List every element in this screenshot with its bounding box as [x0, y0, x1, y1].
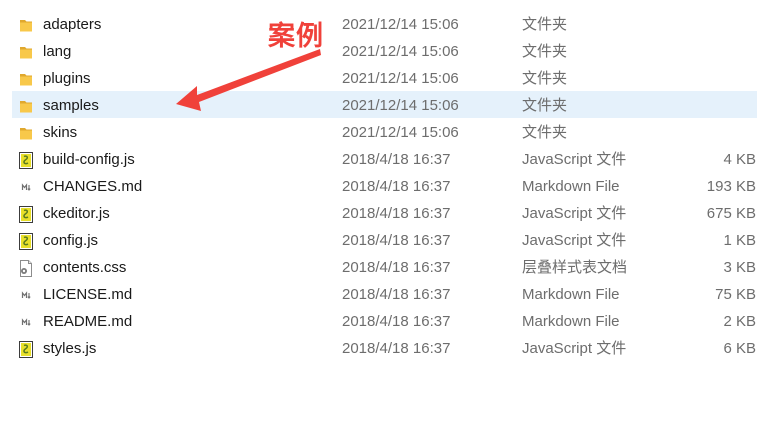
- file-name: CHANGES.md: [43, 178, 143, 195]
- file-list: adapters 2021/12/14 15:06 文件夹 lang 2021/12/1…: [0, 10, 767, 361]
- file-name: adapters: [43, 16, 102, 33]
- file-row[interactable]: lang 2021/12/14 15:06 文件夹: [12, 37, 757, 64]
- file-type: 文件夹: [522, 16, 568, 33]
- file-type: 层叠样式表文档: [522, 259, 628, 276]
- file-row[interactable]: LICENSE.md 2018/4/18 16:37 Markdown File 75…: [12, 280, 757, 307]
- markdown-file-icon: [18, 313, 34, 330]
- file-name: plugins: [43, 70, 91, 87]
- file-date-modified: 2021/12/14 15:06: [342, 70, 459, 87]
- file-type: JavaScript 文件: [522, 151, 627, 168]
- file-date-modified: 2018/4/18 16:37: [342, 259, 451, 276]
- file-name: README.md: [43, 313, 133, 330]
- file-type: JavaScript 文件: [522, 232, 627, 249]
- file-date-modified: 2021/12/14 15:06: [342, 43, 459, 60]
- file-date-modified: 2021/12/14 15:06: [342, 97, 459, 114]
- file-row[interactable]: README.md 2018/4/18 16:37 Markdown File 2 K…: [12, 307, 757, 334]
- file-size: 3 KB: [723, 259, 756, 276]
- file-row[interactable]: adapters 2021/12/14 15:06 文件夹: [12, 10, 757, 37]
- file-row[interactable]: plugins 2021/12/14 15:06 文件夹: [12, 64, 757, 91]
- javascript-file-icon: [18, 340, 34, 358]
- folder-icon: [18, 16, 34, 33]
- file-name: samples: [43, 97, 99, 114]
- markdown-file-icon: [18, 178, 34, 195]
- file-row[interactable]: build-config.js 2018/4/18 16:37 JavaScript…: [12, 145, 757, 172]
- file-date-modified: 2021/12/14 15:06: [342, 16, 459, 33]
- file-name: build-config.js: [43, 151, 135, 168]
- file-size: 4 KB: [723, 151, 756, 168]
- file-name: contents.css: [43, 259, 127, 276]
- file-row[interactable]: CHANGES.md 2018/4/18 16:37 Markdown File 19…: [12, 172, 757, 199]
- javascript-file-icon: [18, 205, 34, 223]
- file-type: Markdown File: [522, 178, 620, 195]
- file-size: 193 KB: [706, 178, 756, 195]
- javascript-file-icon: [18, 232, 34, 250]
- file-date-modified: 2018/4/18 16:37: [342, 205, 451, 222]
- file-row[interactable]: skins 2021/12/14 15:06 文件夹: [12, 118, 757, 145]
- file-type: 文件夹: [522, 43, 568, 60]
- file-size: 2 KB: [723, 313, 756, 330]
- annotation-label: 案例: [268, 21, 324, 51]
- file-type: JavaScript 文件: [522, 205, 627, 222]
- file-date-modified: 2018/4/18 16:37: [342, 232, 451, 249]
- file-date-modified: 2018/4/18 16:37: [342, 286, 451, 303]
- css-file-icon: [18, 259, 34, 277]
- file-date-modified: 2018/4/18 16:37: [342, 340, 451, 357]
- file-row[interactable]: config.js 2018/4/18 16:37 JavaScript 文件 1 K…: [12, 226, 757, 253]
- file-type: 文件夹: [522, 124, 568, 141]
- file-type: 文件夹: [522, 97, 568, 114]
- file-row[interactable]: contents.css 2018/4/18 16:37 层叠样式表文档 3 KB: [12, 253, 757, 280]
- file-size: 75 KB: [715, 286, 756, 303]
- markdown-file-icon: [18, 286, 34, 303]
- file-size: 675 KB: [706, 205, 756, 222]
- file-type: Markdown File: [522, 313, 620, 330]
- folder-icon: [18, 97, 34, 114]
- file-name: LICENSE.md: [43, 286, 133, 303]
- file-name: ckeditor.js: [43, 205, 110, 222]
- file-date-modified: 2021/12/14 15:06: [342, 124, 459, 141]
- file-name: lang: [43, 43, 72, 60]
- file-type: Markdown File: [522, 286, 620, 303]
- folder-icon: [18, 124, 34, 141]
- file-row[interactable]: ckeditor.js 2018/4/18 16:37 JavaScript 文件 6…: [12, 199, 757, 226]
- file-size: 6 KB: [723, 340, 756, 357]
- file-row[interactable]: samples 2021/12/14 15:06 文件夹: [12, 91, 757, 118]
- file-name: styles.js: [43, 340, 97, 357]
- file-date-modified: 2018/4/18 16:37: [342, 178, 451, 195]
- file-row[interactable]: styles.js 2018/4/18 16:37 JavaScript 文件 6 K…: [12, 334, 757, 361]
- file-date-modified: 2018/4/18 16:37: [342, 151, 451, 168]
- file-name: skins: [43, 124, 78, 141]
- file-type: JavaScript 文件: [522, 340, 627, 357]
- folder-icon: [18, 70, 34, 87]
- file-date-modified: 2018/4/18 16:37: [342, 313, 451, 330]
- file-size: 1 KB: [723, 232, 756, 249]
- file-name: config.js: [43, 232, 99, 249]
- javascript-file-icon: [18, 151, 34, 169]
- file-type: 文件夹: [522, 70, 568, 87]
- folder-icon: [18, 43, 34, 60]
